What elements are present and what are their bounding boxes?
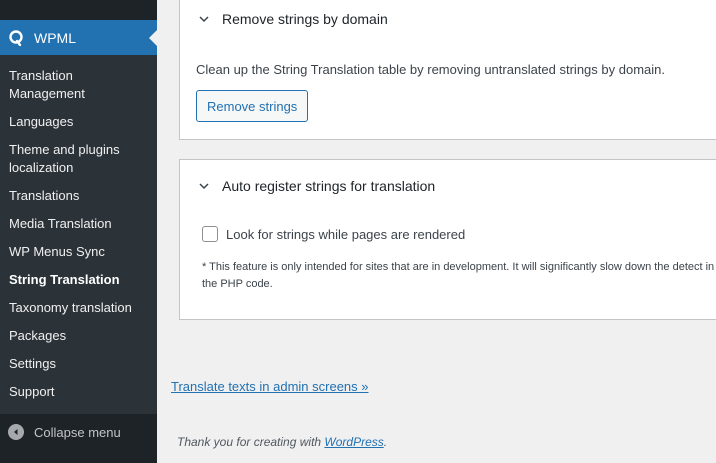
collapse-menu-label: Collapse menu [34, 424, 121, 440]
auto-register-title: Auto register strings for translation [222, 178, 436, 194]
wp-admin-screen: WPML Translation Management Languages Th… [0, 0, 716, 463]
admin-sidebar: WPML Translation Management Languages Th… [0, 0, 157, 463]
footer-suffix: . [383, 435, 388, 449]
wpml-logo-icon [8, 29, 24, 46]
admin-footer: Thank you for creating with WordPress. [177, 435, 387, 449]
remove-strings-panel: Remove strings by domain Clean up the St… [179, 0, 716, 140]
submenu-wp-menus-sync[interactable]: WP Menus Sync [0, 238, 157, 266]
submenu-settings[interactable]: Settings [0, 350, 157, 378]
submenu-translations[interactable]: Translations [0, 182, 157, 210]
sidebar-item-wpml-label: WPML [34, 29, 76, 46]
remove-strings-header[interactable]: Remove strings by domain [198, 11, 388, 27]
auto-register-panel: Auto register strings for translation Lo… [179, 159, 716, 320]
submenu-theme-plugins-localization[interactable]: Theme and plugins localization [0, 136, 157, 182]
development-warning-note: * This feature is only intended for site… [202, 261, 715, 290]
look-for-strings-option[interactable]: Look for strings while pages are rendere… [202, 226, 465, 242]
auto-register-header[interactable]: Auto register strings for translation [198, 178, 435, 194]
chevron-down-icon [198, 180, 210, 192]
wordpress-link[interactable]: WordPress [324, 435, 383, 449]
remove-strings-button[interactable]: Remove strings [196, 90, 309, 122]
submenu-support[interactable]: Support [0, 378, 157, 406]
look-for-strings-label: Look for strings while pages are rendere… [226, 226, 466, 242]
wpml-submenu: Translation Management Languages Theme a… [0, 55, 157, 414]
footer-text: Thank you for creating with [177, 435, 325, 449]
collapse-menu-button[interactable]: Collapse menu [0, 414, 157, 450]
sidebar-top [0, 0, 157, 20]
sidebar-item-wpml[interactable]: WPML [0, 20, 157, 55]
submenu-taxonomy-translation[interactable]: Taxonomy translation [0, 294, 157, 322]
translate-admin-texts-link[interactable]: Translate texts in admin screens » [171, 379, 369, 394]
main-content: Remove strings by domain Clean up the St… [157, 0, 716, 463]
submenu-string-translation[interactable]: String Translation [0, 266, 157, 294]
submenu-languages[interactable]: Languages [0, 108, 157, 136]
remove-strings-description: Clean up the String Translation table by… [196, 62, 665, 77]
submenu-media-translation[interactable]: Media Translation [0, 210, 157, 238]
chevron-down-icon [198, 13, 210, 25]
submenu-packages[interactable]: Packages [0, 322, 157, 350]
collapse-arrow-icon [8, 424, 24, 440]
remove-strings-title: Remove strings by domain [222, 11, 388, 27]
look-for-strings-checkbox[interactable] [202, 226, 218, 242]
submenu-translation-management[interactable]: Translation Management [0, 62, 157, 108]
